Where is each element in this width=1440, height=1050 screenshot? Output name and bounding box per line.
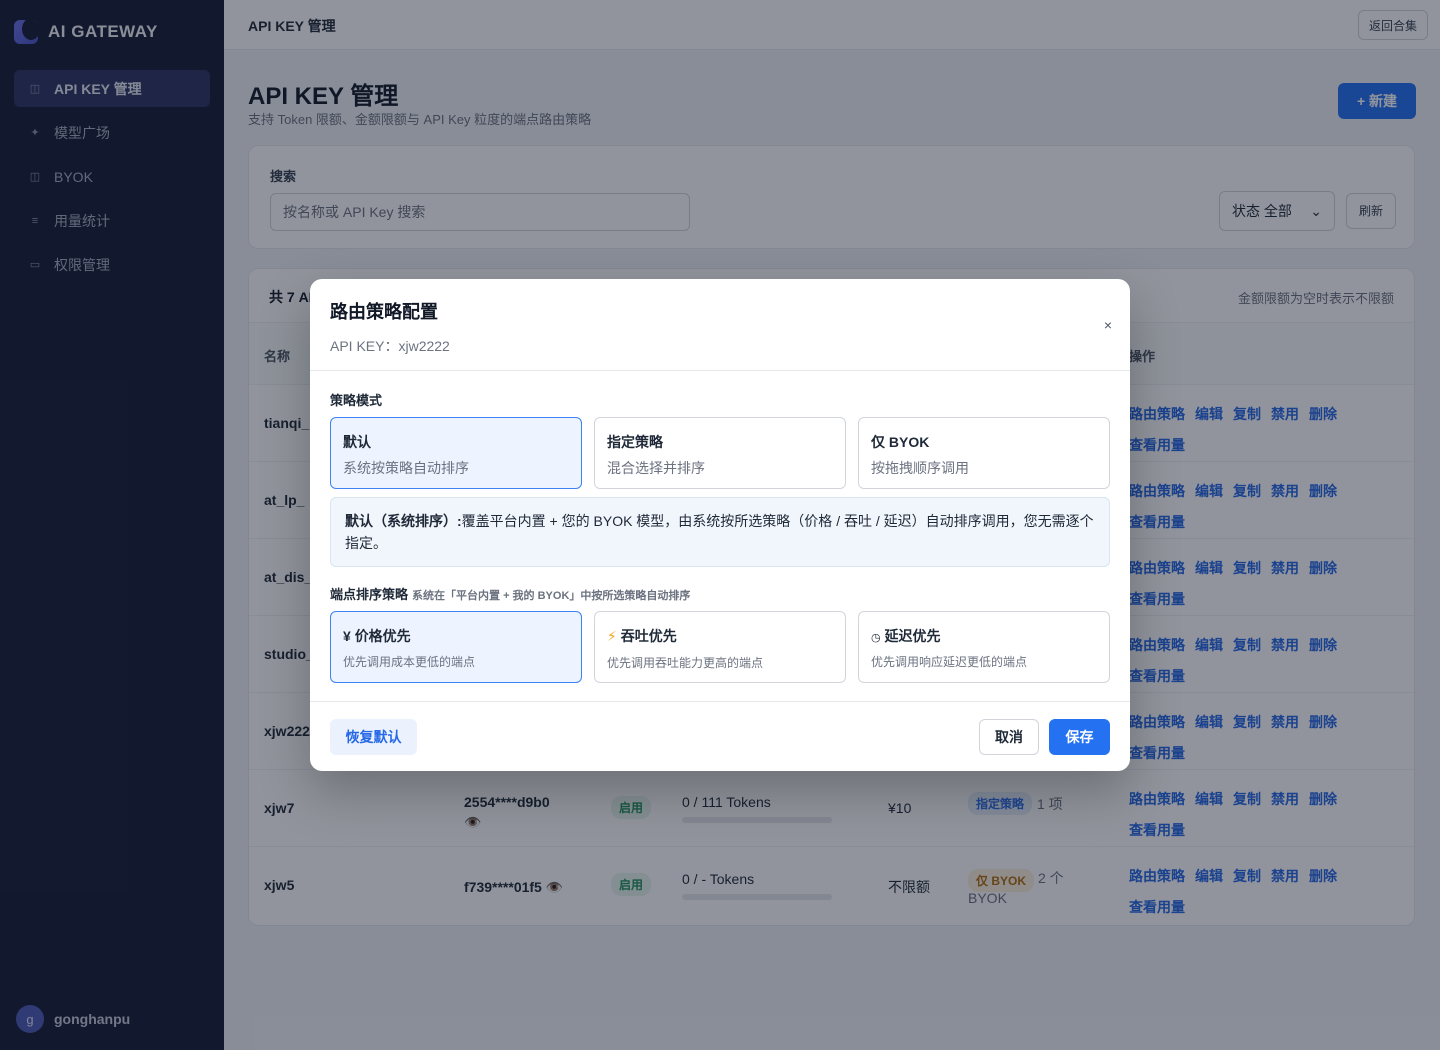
option-title: ¥ 价格优先: [343, 626, 411, 646]
sort-option-price[interactable]: ¥ 价格优先 优先调用成本更低的端点: [330, 611, 582, 683]
mode-option-default[interactable]: 默认 系统按策略自动排序: [330, 417, 582, 489]
option-description: 优先调用成本更低的端点: [343, 655, 476, 669]
info-title: 默认（系统排序）:: [345, 513, 462, 529]
option-title: 仅 BYOK: [871, 434, 930, 450]
mode-info-box: 默认（系统排序）:覆盖平台内置 + 您的 BYOK 模型，由系统按所选策略（价格…: [330, 497, 1110, 567]
cancel-button[interactable]: 取消: [979, 719, 1039, 755]
modal-divider: [310, 370, 1130, 371]
route-policy-modal: 路由策略配置 API KEY：xjw2222 × 策略模式 默认 系统按策略自动…: [310, 279, 1130, 771]
reset-default-button[interactable]: 恢复默认: [330, 719, 417, 755]
option-title: 指定策略: [607, 434, 663, 450]
mode-section-label: 策略模式: [330, 393, 383, 408]
lightning-icon: ⚡: [607, 628, 617, 644]
option-title-text: 价格优先: [354, 628, 411, 644]
sort-option-throughput[interactable]: ⚡ 吞吐优先 优先调用吞吐能力更高的端点: [594, 611, 846, 683]
clock-icon: ◷: [871, 632, 881, 644]
save-button[interactable]: 保存: [1049, 719, 1110, 755]
option-description: 系统按策略自动排序: [343, 460, 469, 476]
sort-section-label: 端点排序策略 系统在「平台内置 + 我的 BYOK」中按所选策略自动排序: [330, 584, 690, 603]
option-title: ◷ 延迟优先: [871, 626, 941, 646]
mode-option-byok-only[interactable]: 仅 BYOK 按拖拽顺序调用: [858, 417, 1110, 489]
modal-footer-divider: [310, 701, 1130, 702]
modal-title: 路由策略配置: [330, 302, 438, 322]
mode-option-specified[interactable]: 指定策略 混合选择并排序: [594, 417, 846, 489]
modal-subtitle: API KEY：xjw2222: [330, 338, 450, 354]
sort-hint: 系统在「平台内置 + 我的 BYOK」中按所选策略自动排序: [412, 590, 691, 602]
option-description: 优先调用吞吐能力更高的端点: [607, 656, 764, 670]
option-title: 默认: [343, 434, 371, 450]
option-description: 按拖拽顺序调用: [871, 460, 969, 476]
sort-label: 端点排序策略: [330, 587, 409, 602]
option-description: 优先调用响应延迟更低的端点: [871, 655, 1028, 669]
option-title-text: 吞吐优先: [620, 628, 677, 644]
option-title-text: 延迟优先: [884, 628, 941, 644]
option-description: 混合选择并排序: [607, 460, 705, 476]
sort-option-latency[interactable]: ◷ 延迟优先 优先调用响应延迟更低的端点: [858, 611, 1110, 683]
close-icon[interactable]: ×: [1104, 317, 1112, 333]
option-title: ⚡ 吞吐优先: [607, 626, 677, 646]
yen-icon: ¥: [343, 628, 351, 644]
